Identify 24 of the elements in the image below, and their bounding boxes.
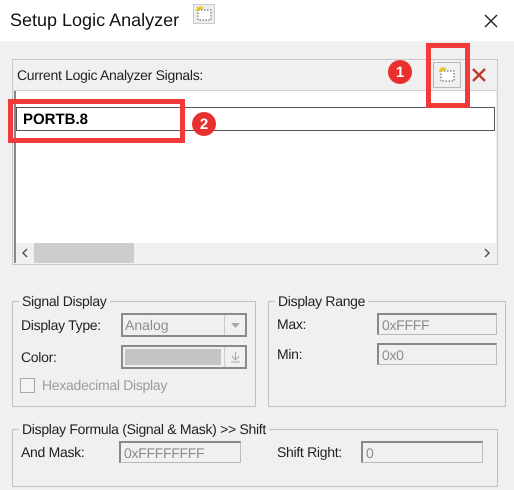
field-label: Max:: [277, 316, 308, 332]
field-label: Min:: [277, 346, 304, 362]
highlight-frame: [426, 43, 470, 108]
new-signal-button[interactable]: [433, 62, 461, 88]
horizontal-scrollbar[interactable]: [16, 243, 496, 263]
scrollbar-thumb[interactable]: [34, 243, 134, 263]
color-picker[interactable]: [121, 345, 247, 369]
group-title: Display Formula (Signal & Mask) >> Shift: [21, 421, 268, 437]
group-title: Signal Display: [21, 293, 108, 309]
field-label: Shift Right:: [277, 444, 343, 460]
download-arrow-icon: [230, 352, 240, 362]
delete-icon: [471, 67, 487, 83]
scroll-right-icon[interactable]: [484, 248, 490, 258]
field-label: And Mask:: [21, 444, 86, 460]
new-item-icon: [195, 6, 214, 22]
window-title: Setup Logic Analyzer: [10, 10, 180, 31]
dropdown-arrow-icon: [230, 322, 240, 328]
signals-label: Current Logic Analyzer Signals:: [17, 67, 204, 83]
group-title: Display Range: [277, 293, 366, 309]
field-label: Display Type:: [21, 317, 102, 333]
new-item-icon: [438, 67, 456, 83]
field-label: Color:: [21, 349, 58, 365]
close-icon[interactable]: [484, 14, 498, 28]
scroll-left-icon[interactable]: [22, 248, 28, 258]
